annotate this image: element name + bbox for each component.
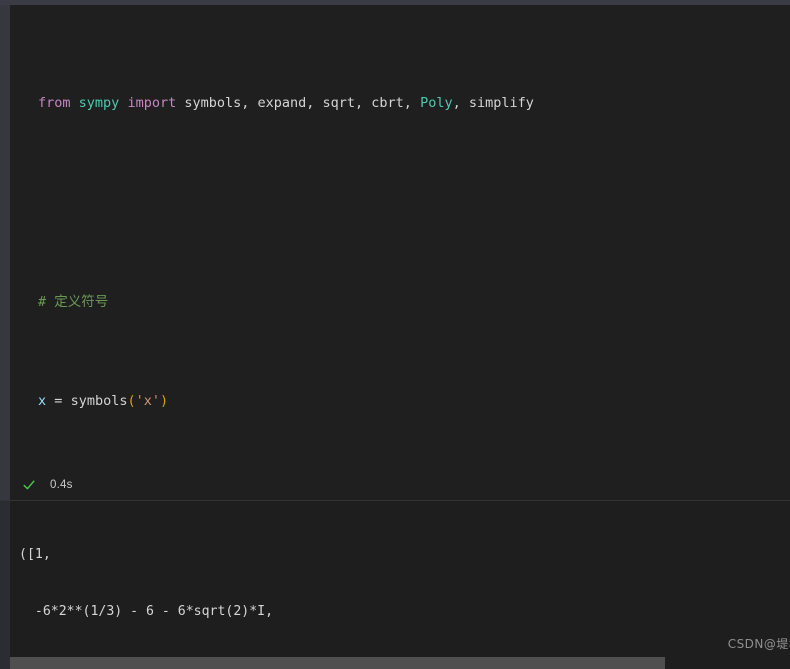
code-editor[interactable]: from sympy import symbols, expand, sqrt,… [10, 5, 790, 470]
notebook-cell-screen: from sympy import symbols, expand, sqrt,… [0, 0, 790, 669]
code-cell-body: from sympy import symbols, expand, sqrt,… [10, 5, 790, 500]
code-line: x = symbols('x') [38, 392, 169, 409]
cell-output: ([1, -6*2**(1/3) - 6 - 6*sqrt(2)*I, -15 … [0, 500, 790, 669]
output-horizontal-scrollbar[interactable] [10, 657, 790, 669]
output-line: ([1, [19, 546, 51, 562]
output-text: ([1, -6*2**(1/3) - 6 - 6*sqrt(2)*I, -15 … [10, 501, 790, 669]
check-icon [23, 480, 35, 490]
code-cell: from sympy import symbols, expand, sqrt,… [0, 5, 790, 500]
cell-run-status: 0.4s [10, 470, 790, 500]
execution-duration: 0.4s [50, 479, 73, 491]
output-body: ([1, -6*2**(1/3) - 6 - 6*sqrt(2)*I, -15 … [10, 501, 790, 669]
output-line: -6*2**(1/3) - 6 - 6*sqrt(2)*I, [19, 604, 274, 620]
output-scrollbar-thumb[interactable] [10, 657, 665, 669]
code-line: from sympy import symbols, expand, sqrt,… [38, 95, 534, 112]
code-line-comment: # 定义符号 [38, 293, 109, 310]
output-left-stripe [0, 501, 10, 669]
cell-focus-stripe [0, 5, 10, 500]
